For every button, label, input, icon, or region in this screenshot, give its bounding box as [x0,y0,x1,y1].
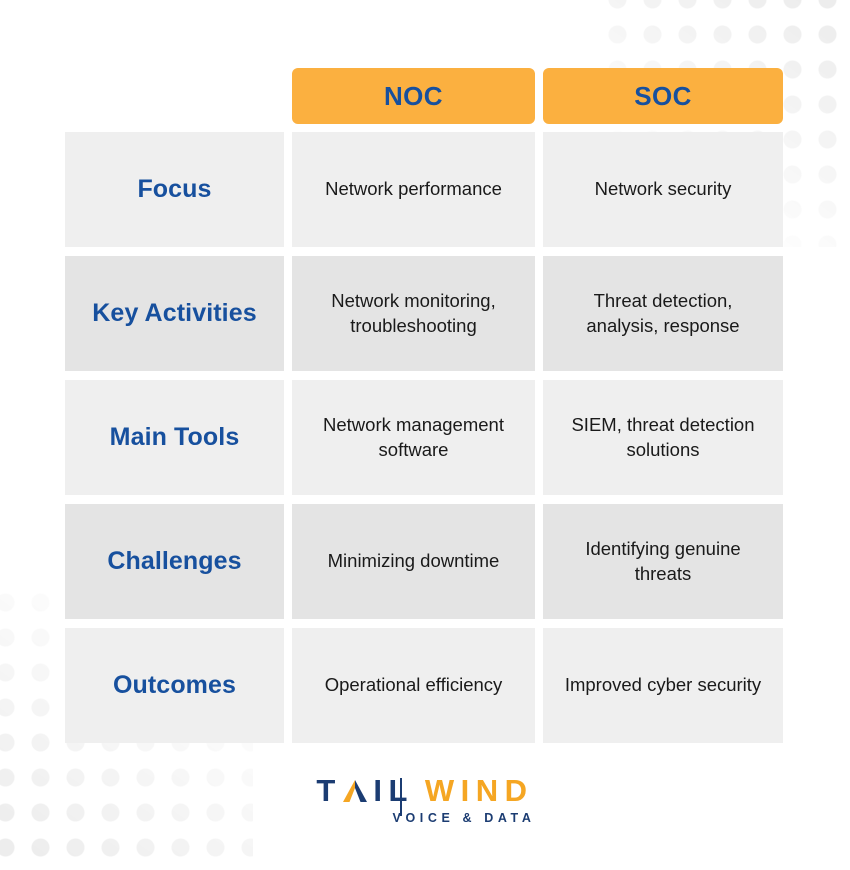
header-corner-spacer [65,68,284,124]
row-label-cell-main-tools: Main Tools [65,380,284,495]
table-row-challenges: Challenges Minimizing downtime Identifyi… [65,504,783,619]
row-label-cell-challenges: Challenges [65,504,284,619]
row-label-focus: Focus [137,175,212,203]
cell-main-tools-soc-text: SIEM, threat detection solutions [571,414,755,460]
cell-key-activities-noc-text: Network monitoring, troubleshooting [331,290,496,336]
column-header-noc: NOC [292,68,535,124]
cell-outcomes-soc-text: Improved cyber security [564,674,762,696]
tailwind-logo: T IL WIND VOICE & DATA [0,773,850,825]
column-header-noc-label: NOC [384,80,443,111]
cell-challenges-soc: Identifying genuine threats [543,504,783,619]
logo-word-tail-rest: IL [373,773,414,808]
cell-focus-noc-text: Network performance [325,178,502,200]
table-row-key-activities: Key Activities Network monitoring, troub… [65,256,783,371]
cell-outcomes-soc: Improved cyber security [543,628,783,743]
row-label-cell-focus: Focus [65,132,284,247]
row-label-challenges: Challenges [107,547,242,575]
cell-key-activities-soc: Threat detection, analysis, response [543,256,783,371]
logo-word-wind: WIND [424,773,534,808]
logo-divider [400,778,402,816]
cell-challenges-soc-text: Identifying genuine threats [585,538,741,584]
table-row-outcomes: Outcomes Operational efficiency Improved… [65,628,783,743]
table-row-main-tools: Main Tools Network management software S… [65,380,783,495]
cell-challenges-noc-text: Minimizing downtime [327,550,500,572]
column-header-soc-label: SOC [634,80,692,111]
logo-word-tail-t: T [316,773,342,808]
logo-wordmark: T IL WIND [316,773,534,816]
cell-main-tools-noc: Network management software [292,380,535,495]
cell-key-activities-soc-text: Threat detection, analysis, response [586,290,740,336]
cell-main-tools-noc-text: Network management software [323,414,504,460]
row-label-cell-outcomes: Outcomes [65,628,284,743]
table-header-row: NOC SOC [65,68,783,124]
cell-main-tools-soc: SIEM, threat detection solutions [543,380,783,495]
row-label-key-activities: Key Activities [92,299,257,327]
logo-tagline-row: VOICE & DATA [393,811,536,825]
row-label-main-tools: Main Tools [109,423,240,451]
cell-key-activities-noc: Network monitoring, troubleshooting [292,256,535,371]
logo-tagline: VOICE & DATA [392,811,536,825]
cell-focus-noc: Network performance [292,132,535,247]
cell-challenges-noc: Minimizing downtime [292,504,535,619]
row-label-outcomes: Outcomes [112,671,237,699]
cell-outcomes-noc-text: Operational efficiency [324,674,503,696]
cell-outcomes-noc: Operational efficiency [292,628,535,743]
row-label-cell-key-activities: Key Activities [65,256,284,371]
cell-focus-soc-text: Network security [594,178,732,200]
cell-focus-soc: Network security [543,132,783,247]
tailwind-arrow-a-icon [342,780,367,802]
table-row-focus: Focus Network performance Network securi… [65,132,783,247]
column-header-soc: SOC [543,68,783,124]
noc-soc-comparison-table: NOC SOC Focus Network performance Networ… [65,68,783,743]
